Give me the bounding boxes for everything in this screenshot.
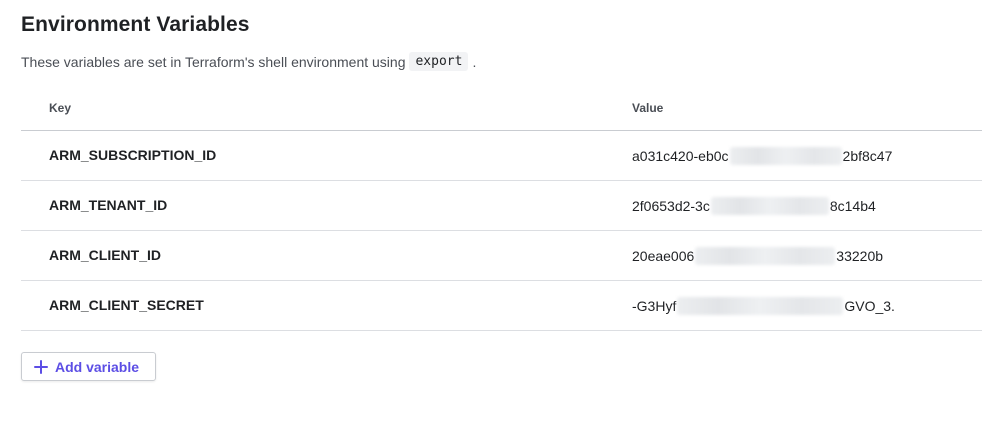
value-visible-start: -G3Hyf	[632, 298, 677, 314]
redacted-value	[729, 147, 842, 165]
redacted-value	[677, 297, 844, 315]
table-row[interactable]: ARM_SUBSCRIPTION_ID a031c420-eb0c 2bf8c4…	[21, 131, 982, 181]
value-visible-end: 33220b	[836, 248, 884, 264]
variable-key: ARM_TENANT_ID	[49, 197, 168, 213]
inline-code: export	[409, 52, 469, 71]
variable-key: ARM_SUBSCRIPTION_ID	[49, 147, 217, 163]
variable-value: 2f0653d2-3c 8c14b4	[632, 197, 876, 215]
description-suffix: .	[472, 53, 477, 70]
section-description: These variables are set in Terraform's s…	[21, 52, 476, 71]
add-variable-button[interactable]: Add variable	[21, 352, 156, 381]
table-row[interactable]: ARM_TENANT_ID 2f0653d2-3c 8c14b4	[21, 181, 982, 231]
column-header-value: Value	[632, 101, 664, 115]
table-header: Key Value	[21, 90, 982, 131]
value-visible-start: 2f0653d2-3c	[632, 198, 710, 214]
redacted-value	[695, 247, 836, 265]
description-text: These variables are set in Terraform's s…	[21, 53, 406, 70]
variable-key: ARM_CLIENT_SECRET	[49, 297, 204, 313]
table-row[interactable]: ARM_CLIENT_SECRET -G3Hyf GVO_3.	[21, 281, 982, 331]
redacted-value	[710, 197, 829, 215]
value-visible-end: GVO_3.	[844, 298, 895, 314]
value-visible-start: 20eae006	[632, 248, 695, 264]
value-visible-end: 8c14b4	[829, 198, 876, 214]
column-header-key: Key	[49, 101, 72, 115]
value-visible-start: a031c420-eb0c	[632, 148, 729, 164]
table-row[interactable]: ARM_CLIENT_ID 20eae006 33220b	[21, 231, 982, 281]
variable-value: -G3Hyf GVO_3.	[632, 297, 895, 315]
variable-key: ARM_CLIENT_ID	[49, 247, 162, 263]
plus-icon	[34, 359, 48, 374]
variable-value: a031c420-eb0c 2bf8c47	[632, 147, 892, 165]
add-variable-label: Add variable	[55, 358, 140, 375]
variables-table: Key Value ARM_SUBSCRIPTION_ID a031c420-e…	[21, 90, 982, 331]
variable-value: 20eae006 33220b	[632, 247, 883, 265]
page-title: Environment Variables	[21, 13, 250, 36]
value-visible-end: 2bf8c47	[842, 148, 893, 164]
